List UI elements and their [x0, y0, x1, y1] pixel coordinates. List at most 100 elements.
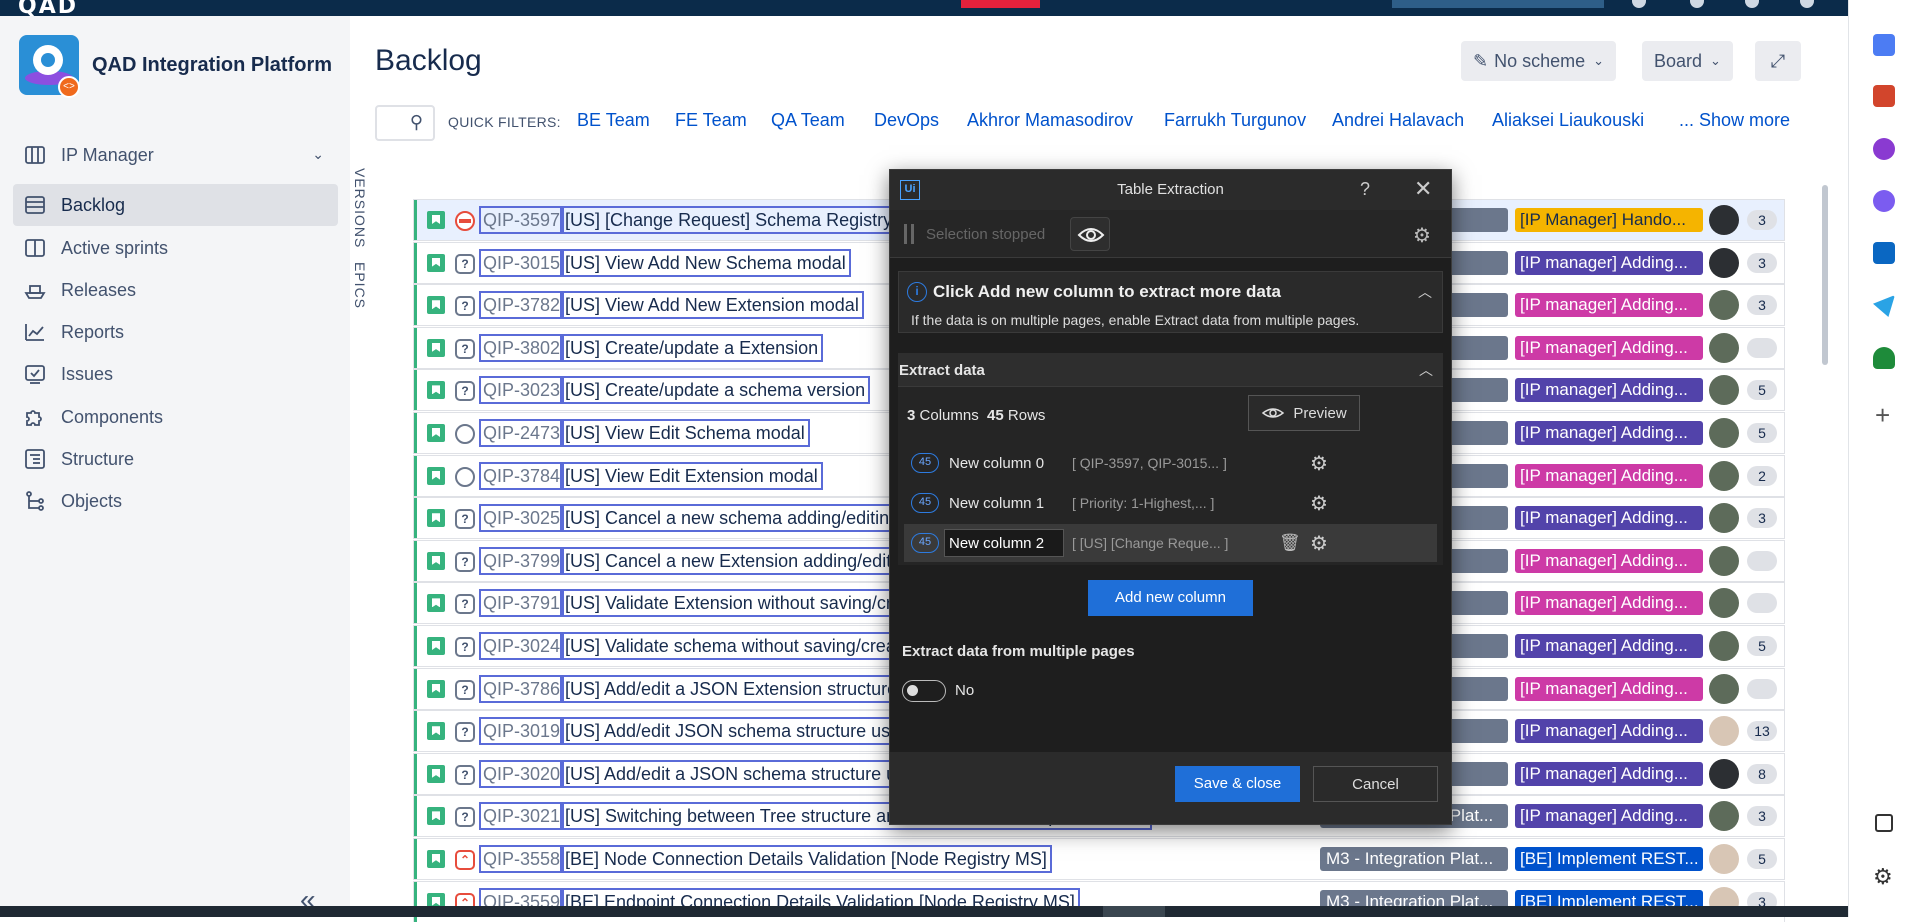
help-icon[interactable]	[1690, 0, 1704, 8]
help-icon[interactable]: ?	[1360, 179, 1370, 200]
issue-summary[interactable]: [US] [Change Request] Schema Registry Mi	[560, 206, 922, 234]
column-settings-gear-icon[interactable]: ⚙	[1310, 531, 1328, 556]
quick-filter-farrukh[interactable]: Farrukh Turgunov	[1164, 110, 1306, 131]
extraction-column-row[interactable]: 45 New column 1 [ Priority: 1-Highest,..…	[904, 484, 1437, 522]
create-button[interactable]	[961, 0, 1040, 8]
copilot-icon[interactable]	[1873, 190, 1895, 212]
issue-summary[interactable]: [US] Add/edit a JSON schema structure us…	[560, 759, 915, 788]
close-icon[interactable]: ✕	[1414, 176, 1432, 202]
add-panel-icon[interactable]: +	[1875, 400, 1890, 431]
assignee-avatar[interactable]	[1709, 545, 1739, 576]
column-settings-gear-icon[interactable]: ⚙	[1310, 491, 1328, 516]
multi-page-toggle[interactable]	[902, 680, 946, 702]
taskbar-active-app[interactable]	[1103, 906, 1165, 917]
issue-summary[interactable]: [US] View Add New Schema modal	[560, 248, 851, 277]
issue-key[interactable]: QIP-3024	[479, 632, 565, 660]
issue-summary[interactable]: [US] Cancel a new Extension adding/editi…	[560, 546, 911, 575]
notifications-icon[interactable]	[1632, 0, 1646, 8]
tag-extension-icon[interactable]	[1873, 34, 1895, 56]
issue-key[interactable]: QIP-3021	[479, 802, 565, 831]
issue-key[interactable]: QIP-3023	[479, 376, 565, 405]
toolbox-extension-icon[interactable]	[1873, 85, 1895, 107]
chevron-up-icon[interactable]: ︿	[1418, 282, 1432, 302]
issue-summary[interactable]: [US] Create/update a schema version	[560, 376, 871, 405]
sidebar-item-components[interactable]: Components	[13, 396, 338, 438]
tree-icon[interactable]	[1873, 347, 1895, 369]
assignee-avatar[interactable]	[1709, 716, 1739, 747]
assignee-avatar[interactable]	[1709, 375, 1739, 406]
assignee-avatar[interactable]	[1709, 290, 1739, 321]
column-name-input[interactable]	[944, 529, 1064, 557]
issue-row[interactable]: ⌃ QIP-3558 [BE] Node Connection Details Va…	[414, 839, 1784, 879]
issue-key[interactable]: QIP-3799	[479, 546, 565, 575]
extraction-column-row[interactable]: 45 New column 0 [ QIP-3597, QIP-3015... …	[904, 444, 1437, 482]
issue-key[interactable]: QIP-3019	[479, 717, 565, 746]
assignee-avatar[interactable]	[1709, 588, 1739, 619]
sidebar-item-releases[interactable]: Releases	[13, 269, 338, 311]
quick-filter-qa-team[interactable]: QA Team	[771, 110, 845, 131]
sidebar-item-issues[interactable]: Issues	[13, 353, 338, 395]
quick-filter-andrei[interactable]: Andrei Halavach	[1332, 110, 1464, 131]
assignee-avatar[interactable]	[1709, 673, 1739, 704]
issue-summary[interactable]: [US] Add/edit JSON schema structure usin…	[560, 717, 920, 746]
issue-summary[interactable]: [US] View Add New Extension modal	[560, 291, 864, 320]
backlog-search-input[interactable]: ⚲	[375, 105, 435, 141]
extract-data-section-header[interactable]: Extract data ︿	[898, 353, 1443, 387]
epics-tab[interactable]: EPICS	[352, 262, 368, 309]
save-and-close-button[interactable]: Save & close	[1175, 766, 1300, 802]
sidebar-item-backlog[interactable]: Backlog	[13, 184, 338, 226]
highlight-toggle-button[interactable]	[1070, 217, 1110, 251]
quick-filter-devops[interactable]: DevOps	[874, 110, 939, 131]
issue-key[interactable]: QIP-3020	[479, 759, 565, 788]
issue-summary[interactable]: [US] Cancel a new schema adding/editing	[560, 504, 905, 533]
sidebar-item-ip-manager[interactable]: IP Manager ⌄	[13, 134, 338, 176]
issue-key[interactable]: QIP-3784	[479, 461, 565, 490]
issue-summary[interactable]: [US] Validate Extension without saving/c…	[560, 589, 917, 618]
assignee-avatar[interactable]	[1709, 503, 1739, 534]
scrollbar-thumb[interactable]	[1822, 185, 1828, 365]
preview-button[interactable]: Preview	[1248, 395, 1360, 431]
issue-key[interactable]: QIP-3025	[479, 504, 565, 533]
sidebar-item-structure[interactable]: Structure	[13, 438, 338, 480]
issue-key[interactable]: QIP-3015	[479, 248, 565, 277]
global-search-field[interactable]	[1392, 0, 1604, 8]
add-new-column-button[interactable]: Add new column	[1088, 580, 1253, 616]
issue-key[interactable]: QIP-3782	[479, 291, 565, 320]
issue-summary[interactable]: [US] Create/update a Extension	[560, 333, 824, 362]
issue-key[interactable]: QIP-3802	[479, 333, 565, 362]
sidebar-item-reports[interactable]: Reports	[13, 311, 338, 353]
trash-icon[interactable]: 🗑	[1279, 533, 1301, 553]
project-name[interactable]: QAD Integration Platform	[92, 54, 332, 77]
split-view-icon[interactable]	[1875, 814, 1893, 832]
extraction-column-row-editing[interactable]: 45 [ [US] [Change Reque... ] 🗑 ⚙	[904, 524, 1437, 562]
main-scrollbar[interactable]	[1820, 30, 1832, 900]
sidebar-item-objects[interactable]: Objects	[13, 480, 338, 522]
quick-filter-akhror[interactable]: Akhror Mamasodirov	[967, 110, 1133, 131]
assignee-avatar[interactable]	[1709, 844, 1739, 874]
issue-key[interactable]: QIP-3597	[479, 206, 565, 234]
quick-filter-aliaksei[interactable]: Aliaksei Liaukouski	[1492, 110, 1644, 131]
selection-status[interactable]: Selection stopped	[904, 224, 1045, 244]
assignee-avatar[interactable]	[1709, 205, 1739, 235]
settings-icon[interactable]	[1745, 0, 1759, 8]
fullscreen-button[interactable]: ⤢	[1755, 41, 1801, 81]
chess-extension-icon[interactable]	[1873, 138, 1895, 160]
scheme-dropdown[interactable]: ✎ No scheme ⌄	[1461, 41, 1617, 81]
issue-summary[interactable]: [BE] Node Connection Details Validation …	[560, 845, 1052, 873]
issue-key[interactable]: QIP-2473	[479, 419, 565, 447]
quick-filter-fe-team[interactable]: FE Team	[675, 110, 747, 131]
assignee-avatar[interactable]	[1709, 460, 1739, 491]
outlook-icon[interactable]	[1873, 242, 1895, 264]
issue-key[interactable]: QIP-3786	[479, 674, 565, 703]
issue-summary[interactable]: [US] View Edit Extension modal	[560, 461, 823, 490]
assignee-avatar[interactable]	[1709, 631, 1739, 661]
assignee-avatar[interactable]	[1709, 758, 1739, 789]
column-settings-gear-icon[interactable]: ⚙	[1310, 451, 1328, 476]
cancel-button[interactable]: Cancel	[1313, 766, 1438, 802]
show-more-filters-link[interactable]: ... Show more	[1679, 110, 1790, 131]
assignee-avatar[interactable]	[1709, 418, 1739, 448]
issue-summary[interactable]: [US] View Edit Schema modal	[560, 419, 810, 447]
settings-gear-icon[interactable]: ⚙	[1873, 864, 1893, 890]
versions-tab[interactable]: VERSIONS	[352, 168, 368, 248]
assignee-avatar[interactable]	[1709, 247, 1739, 278]
